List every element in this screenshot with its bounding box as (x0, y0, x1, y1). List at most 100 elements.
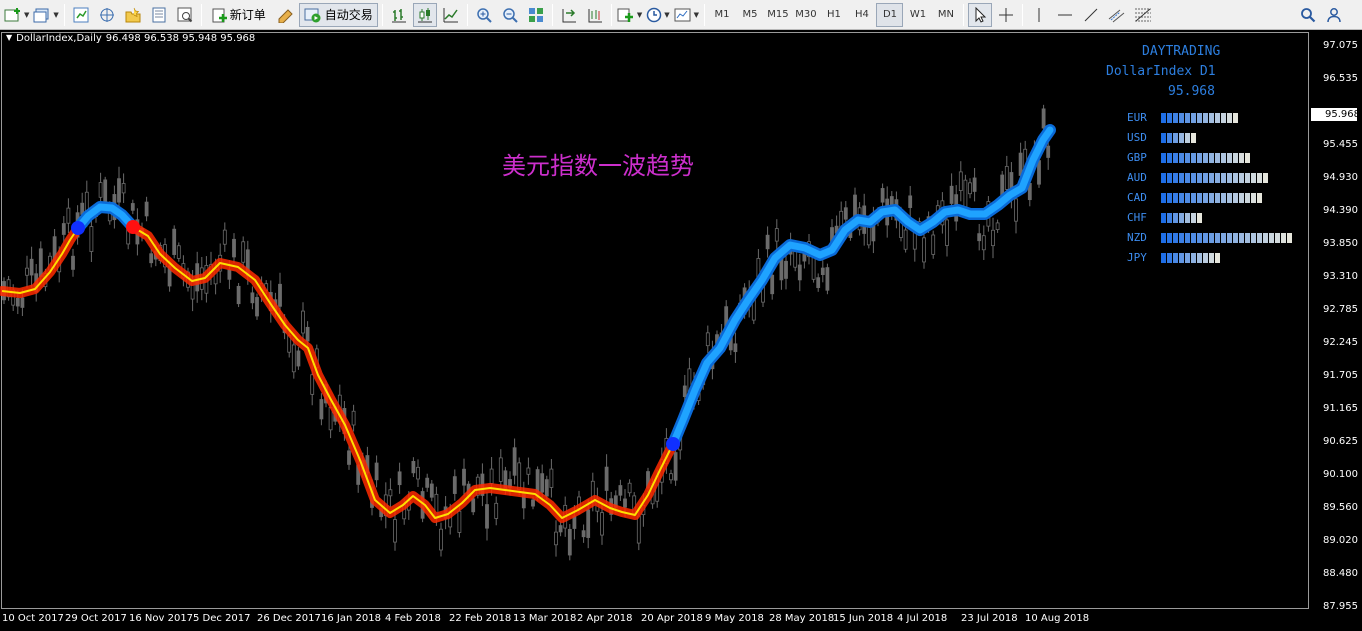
strength-segment (1257, 233, 1262, 243)
strength-segment (1179, 133, 1184, 143)
strength-segment (1161, 253, 1166, 263)
candle-body (301, 310, 305, 334)
strength-segment (1173, 193, 1178, 203)
candle-body (121, 183, 126, 194)
candle-body (627, 482, 632, 494)
candle-body (144, 201, 149, 217)
candle-body (843, 207, 848, 220)
strength-segment (1263, 233, 1268, 243)
candle-body (176, 245, 181, 259)
candle-body (25, 267, 29, 276)
candle-body (149, 253, 154, 264)
strength-segment (1185, 113, 1190, 123)
price-axis-label: 90.625 (1323, 436, 1358, 447)
strength-segment (1221, 233, 1226, 243)
strength-segment (1179, 113, 1184, 123)
strength-segment (1227, 193, 1232, 203)
candle-body (958, 171, 963, 191)
candle-body (600, 512, 604, 536)
sell-signal-dot (126, 220, 140, 234)
strength-segment (1233, 153, 1238, 163)
strength-segment (1185, 233, 1190, 243)
candle-body (397, 471, 402, 486)
panel-price: 95.968 (1168, 84, 1215, 99)
strength-segment (1215, 253, 1220, 263)
strength-segment (1179, 153, 1184, 163)
candle-body (880, 188, 885, 203)
currency-label: EUR (1127, 111, 1147, 124)
strength-segment (1197, 213, 1202, 223)
candle-body (172, 228, 177, 255)
strength-segment (1173, 153, 1178, 163)
time-axis-label: 23 Jul 2018 (961, 613, 1018, 624)
candle-body (945, 219, 949, 246)
candle-body (567, 528, 572, 556)
price-axis-label: 92.245 (1323, 337, 1358, 348)
strength-segment (1161, 213, 1166, 223)
candle-body (931, 234, 936, 255)
strength-segment (1245, 173, 1250, 183)
candle-body (1014, 198, 1018, 222)
strength-segment (1161, 133, 1166, 143)
price-axis-label: 89.020 (1323, 535, 1358, 546)
strength-segment (1197, 153, 1202, 163)
strength-segment (1287, 233, 1292, 243)
strength-segment (1197, 233, 1202, 243)
strength-segment (1197, 193, 1202, 203)
candle-body (981, 235, 986, 251)
price-chart[interactable] (0, 0, 1362, 631)
strength-segment (1167, 113, 1172, 123)
time-axis-label: 28 May 2018 (769, 613, 835, 624)
candle-body (241, 241, 246, 263)
strength-segment (1245, 233, 1250, 243)
current-price-tag: 95.968 (1311, 108, 1360, 121)
strength-segment (1173, 113, 1178, 123)
candle-body (439, 528, 443, 551)
strength-segment (1221, 153, 1226, 163)
currency-label: CHF (1127, 211, 1147, 224)
candle-body (498, 457, 503, 482)
strength-segment (1179, 253, 1184, 263)
strength-segment (1167, 153, 1172, 163)
candle-body (15, 297, 20, 307)
strength-segment (1209, 153, 1214, 163)
strength-segment (1197, 173, 1202, 183)
candle-body (494, 502, 499, 519)
candle-body (512, 447, 517, 476)
time-axis-label: 4 Feb 2018 (385, 613, 441, 624)
strength-segment (1239, 153, 1244, 163)
candle-body (489, 468, 494, 484)
currency-label: NZD (1127, 231, 1147, 244)
candle-body (903, 229, 908, 250)
strength-segment (1161, 173, 1166, 183)
price-axis-label: 90.100 (1323, 469, 1358, 480)
price-axis-label: 94.390 (1323, 205, 1358, 216)
time-axis-label: 13 Mar 2018 (513, 613, 577, 624)
currency-strength-bar (1161, 153, 1250, 163)
candle-body (669, 473, 673, 481)
candle-body (912, 231, 917, 250)
candle-body (429, 483, 434, 498)
candle-body (991, 229, 995, 247)
candle-body (393, 519, 397, 543)
candle-body (682, 385, 687, 398)
candle-body (236, 285, 241, 305)
strength-segment (1185, 153, 1190, 163)
strength-segment (1197, 113, 1202, 123)
strength-segment (1281, 233, 1286, 243)
strength-segment (1161, 193, 1166, 203)
buy-signal-dot (71, 221, 85, 235)
strength-segment (1233, 233, 1238, 243)
candle-body (797, 264, 802, 281)
symbol-info: ▼ DollarIndex,Daily 96.498 96.538 95.948… (6, 33, 255, 44)
strength-segment (1185, 133, 1190, 143)
time-axis-label: 29 Oct 2017 (65, 613, 127, 624)
candle-body (232, 238, 236, 258)
strength-segment (1179, 233, 1184, 243)
candle-body (250, 292, 255, 304)
strength-segment (1179, 173, 1184, 183)
candle-body (425, 477, 430, 488)
candle-body (98, 182, 103, 198)
candle-body (618, 485, 623, 496)
candle-body (38, 248, 43, 277)
